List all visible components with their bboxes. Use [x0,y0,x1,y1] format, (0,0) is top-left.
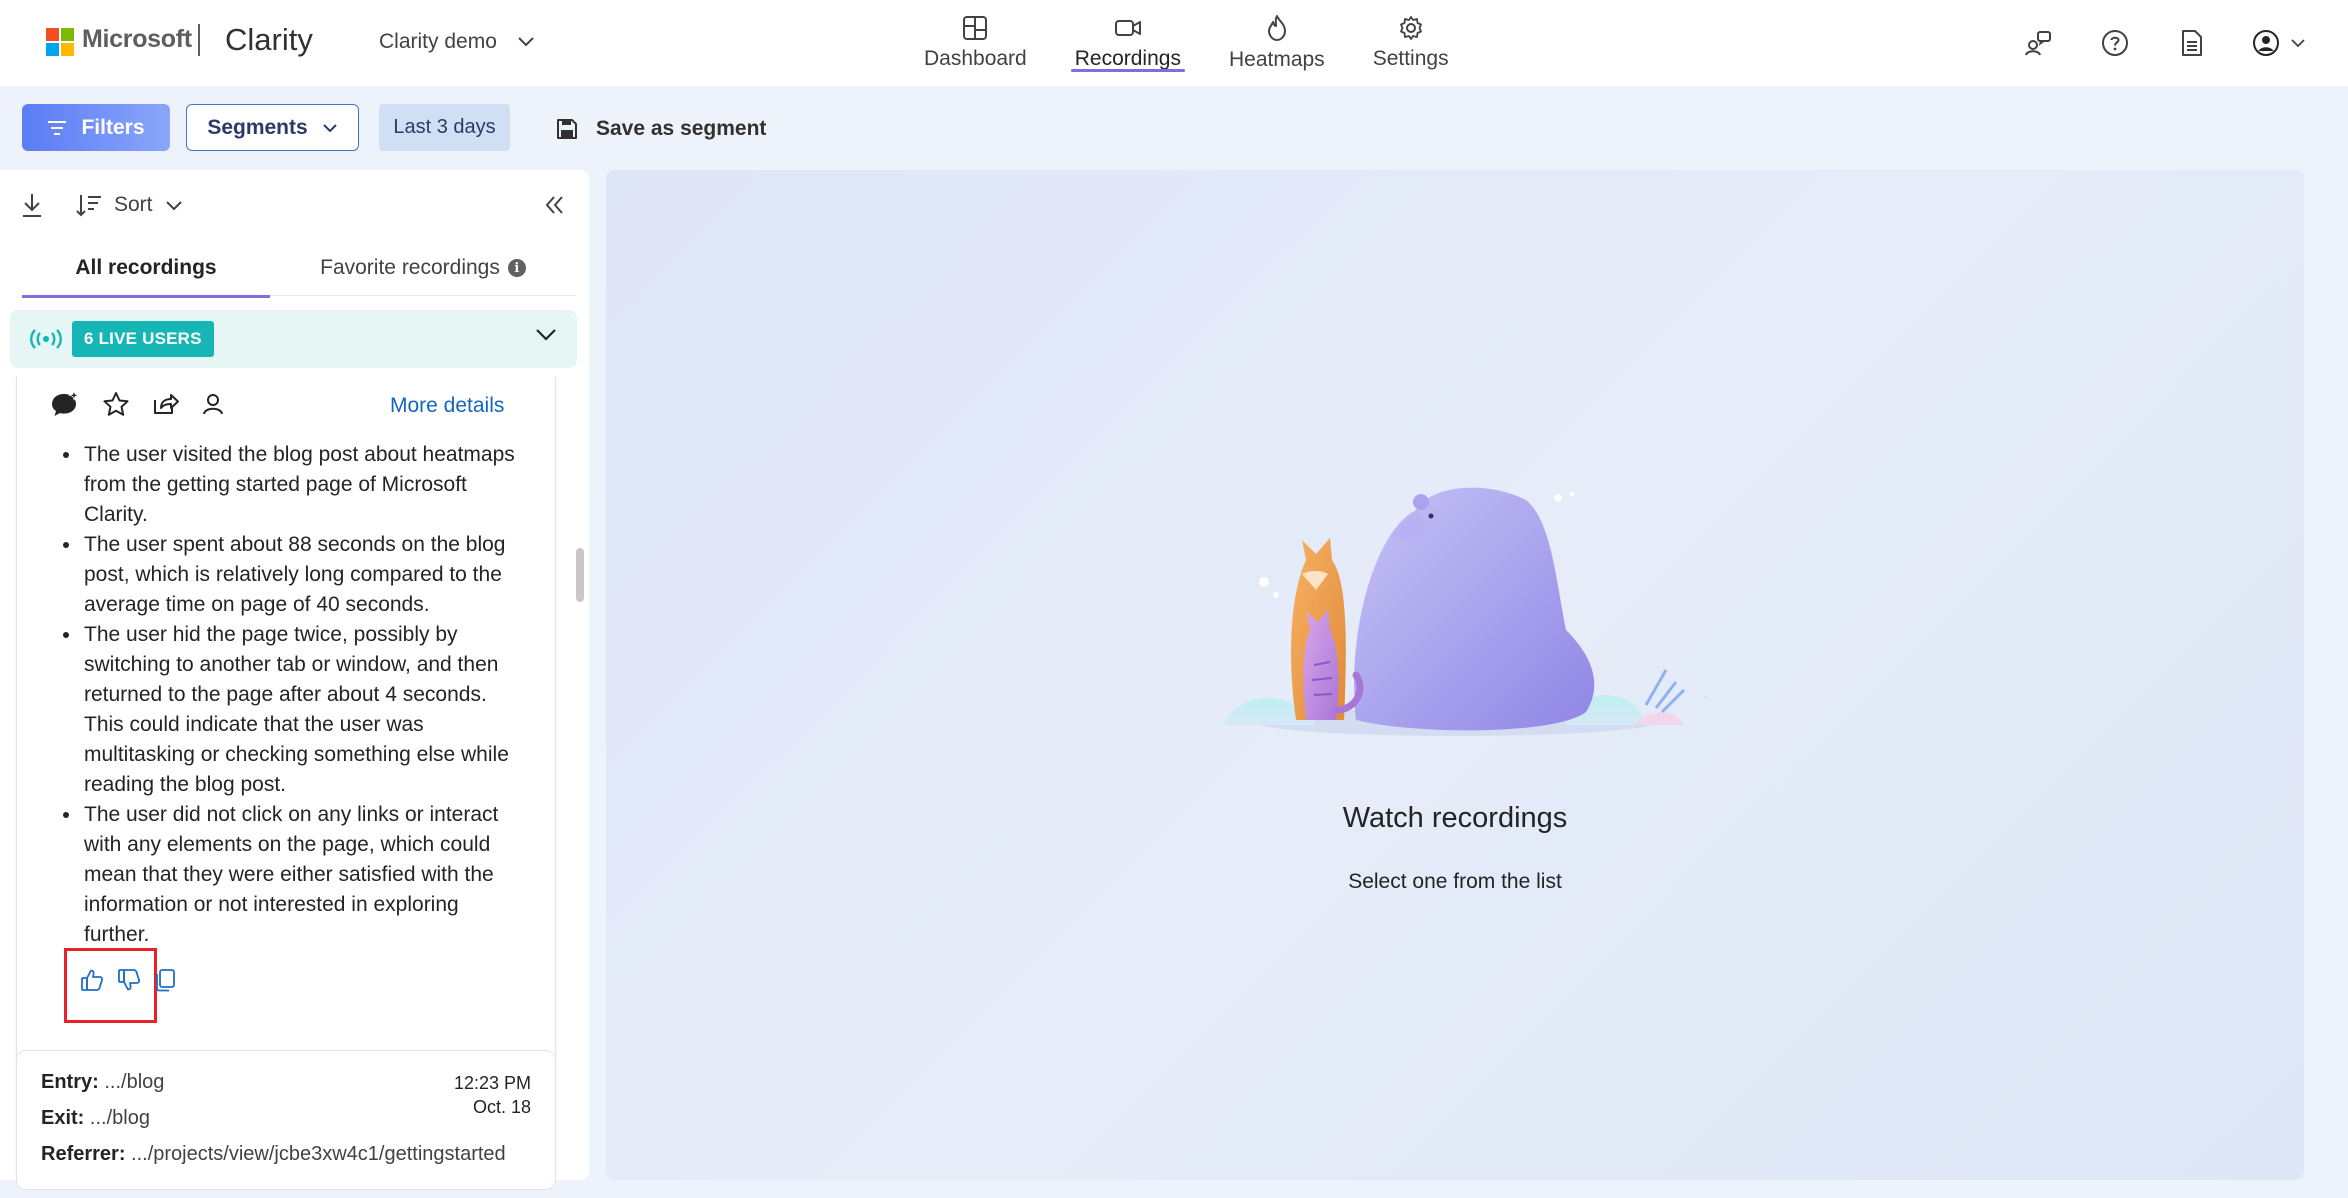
people-chat-icon [2025,31,2051,56]
chevron-down-icon [518,37,534,47]
brand-divider [198,24,200,56]
chevron-down-icon [165,200,182,210]
ai-chat-icon[interactable] [50,390,80,418]
tab-all-recordings[interactable]: All recordings [22,240,270,298]
sort-label: Sort [114,193,153,216]
exit-label: Exit: [41,1107,85,1129]
more-details-link[interactable]: More details [390,394,504,418]
animals-illustration [1224,487,1706,736]
save-as-segment-label: Save as segment [596,117,767,140]
referrer-row: Referrer: .../projects/view/jcbe3xw4c1/g… [41,1143,506,1166]
nav-settings-label: Settings [1372,47,1449,70]
segments-label: Segments [207,115,308,139]
main-nav: Dashboard Recordings Heatmaps Settings [900,0,1473,86]
gear-icon [1399,16,1422,40]
sort-dropdown[interactable]: Sort [76,193,183,217]
people-chat-button[interactable] [2015,20,2061,66]
chevron-down-icon [2291,39,2305,48]
summary-item: The user hid the page twice, possibly by… [82,620,528,800]
double-chevron-left-icon [545,196,563,214]
list-toolbar: Sort [20,192,183,218]
summary-item: The user visited the blog post about hea… [82,440,528,530]
card-actions [50,390,224,418]
help-button[interactable] [2092,20,2138,66]
save-as-segment-button[interactable]: Save as segment [556,112,766,146]
feedback-actions [80,968,176,992]
user-icon[interactable] [202,392,224,416]
exit-row: Exit: .../blog [41,1107,150,1130]
nav-heatmaps[interactable]: Heatmaps [1205,0,1349,86]
recording-viewer-panel: Watch recordings Select one from the lis… [606,170,2304,1180]
recording-time: 12:23 PM [453,1073,531,1093]
share-icon[interactable] [152,392,180,416]
top-bar: Microsoft Clarity Clarity demo Dashboard… [0,0,2348,86]
recording-item[interactable]: Entry: .../blog Exit: .../blog Referrer:… [16,1050,556,1190]
entry-row: Entry: .../blog [41,1071,164,1094]
scrollbar-thumb[interactable] [576,548,584,602]
filters-button[interactable]: Filters [22,104,170,151]
help-icon [2102,30,2128,56]
app-name[interactable]: Clarity [225,22,313,58]
referrer-value: .../projects/view/jcbe3xw4c1/gettingstar… [131,1143,506,1165]
filters-label: Filters [81,115,145,139]
project-selector[interactable]: Clarity demo [379,30,535,54]
nav-heatmaps-label: Heatmaps [1228,48,1325,71]
session-summary-list: The user visited the blog post about hea… [58,440,528,950]
exit-value: .../blog [89,1107,150,1129]
account-icon [2253,30,2279,56]
summary-item: The user spent about 88 seconds on the b… [82,530,528,620]
referrer-label: Referrer: [41,1143,126,1165]
broadcast-icon [30,329,62,349]
thumbs-up-icon[interactable] [80,968,104,992]
account-menu[interactable] [2246,20,2312,66]
star-icon[interactable] [102,391,130,417]
chevron-down-icon [536,329,556,341]
video-camera-icon [1114,20,1141,36]
dashboard-icon [963,16,988,40]
recording-tabs: All recordings Favorite recordings i [22,240,576,298]
segments-dropdown[interactable]: Segments [186,104,359,151]
nav-recordings-label: Recordings [1074,47,1181,70]
project-name: Clarity demo [379,30,497,53]
info-icon[interactable]: i [507,259,526,277]
copy-icon[interactable] [154,968,176,992]
header-actions [1984,0,2348,86]
collapse-panel-button[interactable] [545,194,565,221]
sort-icon [76,195,101,217]
nav-settings[interactable]: Settings [1349,0,1473,86]
nav-dashboard-label: Dashboard [924,47,1027,70]
document-icon [2182,30,2202,56]
live-users-bar[interactable]: 6 LIVE USERS [10,310,577,368]
date-range-button[interactable]: Last 3 days [379,104,510,151]
microsoft-logo-icon [46,28,74,56]
empty-state-title: Watch recordings [1342,802,1568,834]
recording-timestamp: 12:23 PM Oct. 18 [454,1071,531,1119]
empty-state-subtitle: Select one from the list [1348,870,1562,893]
summary-item: The user did not click on any links or i… [82,800,528,950]
flame-icon [1267,15,1286,41]
tab-favorite-recordings[interactable]: Favorite recordings i [270,240,576,296]
thumbs-down-icon[interactable] [117,968,141,992]
filter-icon [48,120,67,135]
recording-date: Oct. 18 [472,1097,531,1117]
brand-name: Microsoft [82,25,192,53]
nav-recordings[interactable]: Recordings [1051,0,1205,86]
download-icon[interactable] [20,192,44,218]
save-icon [557,119,577,139]
nav-dashboard[interactable]: Dashboard [900,0,1051,86]
live-users-badge: 6 LIVE USERS [72,321,214,357]
chevron-down-icon [322,123,337,132]
entry-value: .../blog [104,1071,165,1093]
tab-favorite-label: Favorite recordings [320,256,500,279]
document-button[interactable] [2169,20,2215,66]
entry-label: Entry: [41,1071,99,1093]
